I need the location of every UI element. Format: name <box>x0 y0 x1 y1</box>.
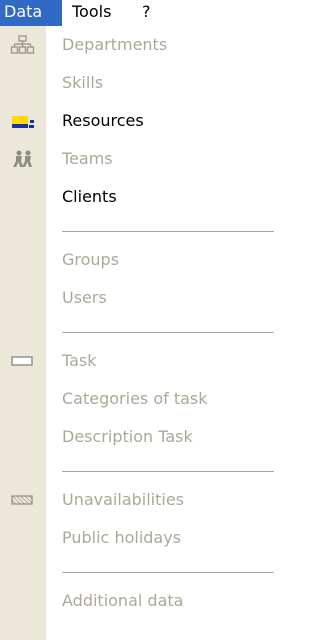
menu-item-additional-data-label: Additional data <box>62 591 184 610</box>
org-chart-icon <box>10 35 36 55</box>
resources-icon <box>10 111 36 131</box>
menu-item-description-task[interactable]: Description Task <box>0 418 274 456</box>
menu-item-users-label: Users <box>62 288 107 307</box>
menu-item-categories-of-task[interactable]: Categories of task <box>0 380 274 418</box>
menu-tools[interactable]: Tools <box>72 0 111 26</box>
menu-separator <box>62 471 274 472</box>
menu-item-departments-label: Departments <box>62 35 168 54</box>
menu-item-resources[interactable]: Resources <box>0 102 274 140</box>
menu-item-description-task-label: Description Task <box>62 427 193 446</box>
menu-item-teams[interactable]: Teams <box>0 140 274 178</box>
menu-item-users[interactable]: Users <box>0 279 274 317</box>
menu-item-categories-of-task-label: Categories of task <box>62 389 208 408</box>
menu-item-clients[interactable]: Clients <box>0 178 274 216</box>
menu-separator <box>62 231 274 232</box>
menu-item-public-holidays[interactable]: Public holidays <box>0 519 274 557</box>
menu-data[interactable]: Data <box>0 0 62 26</box>
menu-item-teams-label: Teams <box>62 149 113 168</box>
data-dropdown-menu: Departments Skills Resources Teams Clien… <box>0 26 274 640</box>
menu-item-clients-label: Clients <box>62 187 117 206</box>
menu-item-unavailabilities-label: Unavailabilities <box>62 490 185 509</box>
menu-item-task-label: Task <box>62 351 97 370</box>
menu-item-skills[interactable]: Skills <box>0 64 274 102</box>
menu-item-departments[interactable]: Departments <box>0 26 274 64</box>
menu-help[interactable]: ? <box>142 0 151 26</box>
menu-item-resources-label: Resources <box>62 111 144 130</box>
task-bar-icon <box>10 351 36 371</box>
menu-separator <box>62 572 274 573</box>
hatched-block-icon <box>10 490 36 510</box>
team-people-icon <box>10 149 36 169</box>
menu-item-additional-data[interactable]: Additional data <box>0 582 274 620</box>
menu-item-public-holidays-label: Public holidays <box>62 528 182 547</box>
menu-item-unavailabilities[interactable]: Unavailabilities <box>0 481 274 519</box>
menu-separator <box>62 332 274 333</box>
menu-item-task[interactable]: Task <box>0 342 274 380</box>
menu-item-skills-label: Skills <box>62 73 104 92</box>
menu-item-groups[interactable]: Groups <box>0 241 274 279</box>
menu-item-groups-label: Groups <box>62 250 120 269</box>
menu-bar: Data Tools ? <box>0 0 274 26</box>
